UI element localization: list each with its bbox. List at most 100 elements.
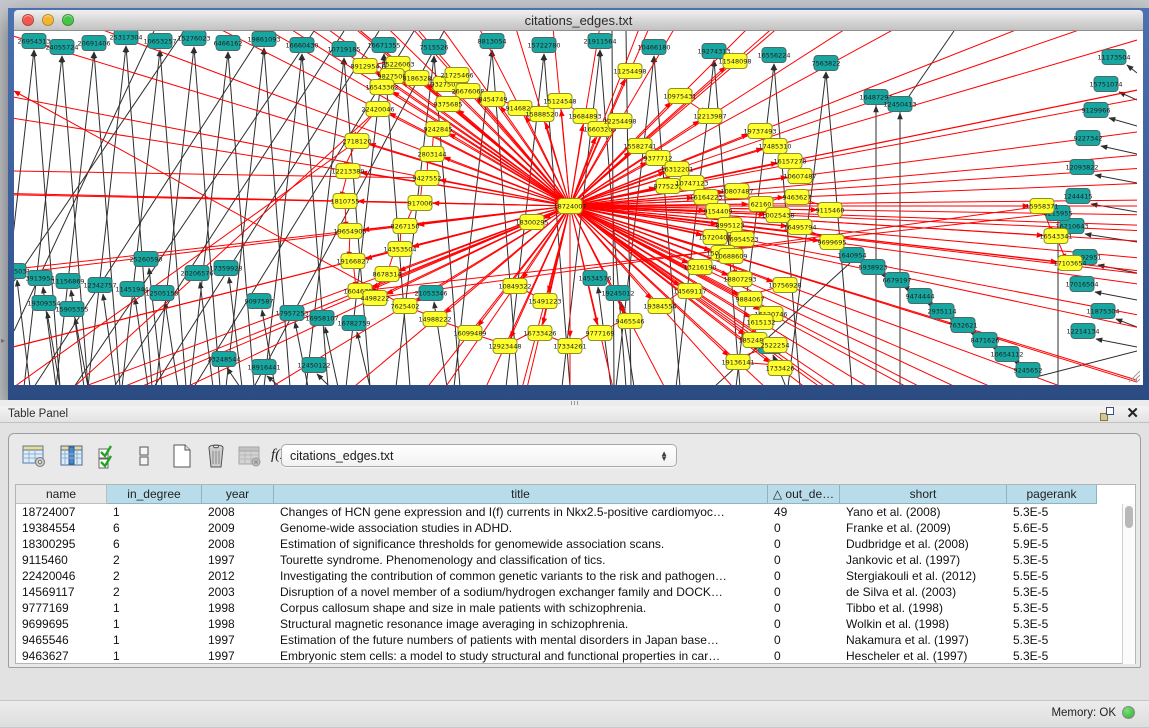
column-header-in_degree[interactable]: in_degree bbox=[107, 485, 202, 504]
network-canvas[interactable]: 2695431324055724206914062531730410653257… bbox=[14, 31, 1143, 385]
network-node[interactable]: 19166827 bbox=[336, 254, 369, 269]
table-cell[interactable]: 1 bbox=[107, 616, 202, 632]
network-node[interactable]: 4498222 bbox=[361, 291, 390, 306]
network-node[interactable]: 11875304 bbox=[1086, 304, 1119, 319]
table-cell[interactable]: 5.9E-5 bbox=[1007, 536, 1097, 552]
network-node[interactable]: 9129966 bbox=[1082, 103, 1111, 118]
table-cell[interactable]: 22420046 bbox=[16, 568, 107, 584]
network-node[interactable]: 25317304 bbox=[109, 31, 142, 45]
table-cell[interactable]: Yano et al. (2008) bbox=[840, 504, 1007, 520]
network-node[interactable]: 1733426 bbox=[766, 361, 795, 376]
column-header-name[interactable]: name bbox=[16, 485, 107, 504]
table-cell[interactable]: 9463627 bbox=[16, 648, 107, 664]
table-cell[interactable]: 5.3E-5 bbox=[1007, 584, 1097, 600]
network-node[interactable]: 15958371 bbox=[1025, 199, 1058, 214]
network-node[interactable]: 9375685 bbox=[434, 97, 463, 112]
table-cell[interactable]: Wolkin et al. (1998) bbox=[840, 616, 1007, 632]
table-cell[interactable]: 9115460 bbox=[16, 552, 107, 568]
table-cell[interactable]: 1997 bbox=[202, 648, 274, 664]
network-node[interactable]: 19737493 bbox=[743, 124, 776, 139]
table-cell[interactable]: 5.3E-5 bbox=[1007, 632, 1097, 648]
network-node[interactable]: 10653257 bbox=[143, 34, 176, 49]
network-node[interactable]: 13216190 bbox=[683, 260, 716, 275]
network-node[interactable]: 11173504 bbox=[1097, 50, 1130, 65]
network-node[interactable]: 8454749 bbox=[479, 92, 508, 107]
network-node[interactable]: 3913954 bbox=[26, 271, 55, 286]
network-view-window[interactable]: citations_edges.txt 26954313240557242069… bbox=[8, 8, 1149, 400]
table-cell[interactable]: Hescheler et al. (1997) bbox=[840, 648, 1007, 664]
table-cell[interactable]: 18300295 bbox=[16, 536, 107, 552]
table-cell[interactable]: 2 bbox=[107, 568, 202, 584]
network-node[interactable]: 8678314 bbox=[373, 267, 402, 282]
network-node[interactable]: 12450122 bbox=[297, 358, 330, 373]
network-node[interactable]: 16543362 bbox=[365, 80, 398, 95]
network-node[interactable]: 9777169 bbox=[586, 326, 615, 341]
network-node[interactable]: 17359928 bbox=[209, 261, 242, 276]
table-cell[interactable]: 2008 bbox=[202, 504, 274, 520]
network-node[interactable]: 19245012 bbox=[601, 286, 634, 301]
table-cell[interactable]: Jankovic et al. (1997) bbox=[840, 552, 1007, 568]
table-cell[interactable]: 5.3E-5 bbox=[1007, 552, 1097, 568]
network-node[interactable]: 16733426 bbox=[523, 326, 556, 341]
network-node[interactable]: 24055724 bbox=[45, 40, 78, 55]
column-header-title[interactable]: title bbox=[274, 485, 768, 504]
network-node[interactable]: 10688609 bbox=[714, 249, 747, 264]
table-cell[interactable]: Estimation of the future numbers of pati… bbox=[274, 632, 768, 648]
new-document-icon[interactable] bbox=[169, 443, 195, 469]
table-cell[interactable]: 9465546 bbox=[16, 632, 107, 648]
column-header-year[interactable]: year bbox=[202, 485, 274, 504]
network-node[interactable]: 25260590 bbox=[129, 252, 162, 267]
network-node[interactable]: 10719185 bbox=[327, 42, 360, 57]
table-cell[interactable]: 14569117 bbox=[16, 584, 107, 600]
network-node[interactable]: 10756928 bbox=[768, 278, 801, 293]
network-node[interactable]: 2718120 bbox=[343, 134, 372, 149]
select-all-checks-icon[interactable] bbox=[95, 443, 121, 469]
table-cell[interactable]: 19384554 bbox=[16, 520, 107, 536]
network-node[interactable]: 10807487 bbox=[720, 184, 753, 199]
network-node[interactable]: 9227342 bbox=[1074, 131, 1103, 146]
table-cell[interactable]: 49 bbox=[768, 504, 840, 520]
table-cell[interactable]: 1 bbox=[107, 648, 202, 664]
network-node[interactable]: 17103654 bbox=[1053, 256, 1086, 271]
column-header-pagerank[interactable]: pagerank bbox=[1007, 485, 1097, 504]
select-column-icon[interactable] bbox=[59, 443, 85, 469]
table-row[interactable]: 1830029562008Estimation of significance … bbox=[16, 536, 1135, 552]
network-node[interactable]: 15276023 bbox=[177, 31, 210, 46]
network-node[interactable]: 9465546 bbox=[616, 314, 645, 329]
table-cell[interactable]: 5.3E-5 bbox=[1007, 600, 1097, 616]
network-node[interactable]: 7632621 bbox=[949, 318, 978, 333]
table-cell[interactable]: 5.6E-5 bbox=[1007, 520, 1097, 536]
network-node[interactable]: 18807293 bbox=[723, 272, 756, 287]
table-row[interactable]: 1938455462009Genome-wide association stu… bbox=[16, 520, 1135, 536]
panel-collapse-arrow-icon[interactable]: ▸ bbox=[1, 336, 5, 345]
network-node[interactable]: 9884067 bbox=[736, 292, 765, 307]
table-cell[interactable]: 2012 bbox=[202, 568, 274, 584]
network-node[interactable]: 18300295 bbox=[515, 215, 548, 230]
network-node[interactable]: 10466180 bbox=[637, 40, 670, 55]
table-cell[interactable]: 1 bbox=[107, 600, 202, 616]
network-node[interactable]: 8813054 bbox=[478, 34, 507, 49]
network-node[interactable]: 15905355 bbox=[55, 302, 88, 317]
network-node[interactable]: 12342757 bbox=[83, 278, 116, 293]
table-cell[interactable]: 1998 bbox=[202, 616, 274, 632]
network-node[interactable]: 8912954 bbox=[351, 59, 380, 74]
column-header-out_de[interactable]: △ out_de… bbox=[768, 485, 840, 504]
network-node[interactable]: 12213987 bbox=[693, 109, 726, 124]
network-node[interactable]: 1810755 bbox=[331, 194, 360, 209]
scrollbar-thumb[interactable] bbox=[1125, 506, 1133, 528]
network-node[interactable]: 9245652 bbox=[1014, 363, 1043, 378]
table-cell[interactable]: 0 bbox=[768, 568, 840, 584]
network-node[interactable]: 22420046 bbox=[361, 102, 394, 117]
table-source-select[interactable]: citations_edges.txt ▲▼ bbox=[281, 444, 677, 467]
table-vertical-scrollbar[interactable] bbox=[1122, 504, 1135, 664]
network-node[interactable]: 6466162 bbox=[214, 36, 243, 51]
network-node[interactable]: 17334261 bbox=[553, 339, 586, 354]
network-node[interactable]: 16671355 bbox=[367, 38, 400, 53]
table-cell[interactable]: de Silva et al. (2003) bbox=[840, 584, 1007, 600]
table-cell[interactable]: 2008 bbox=[202, 536, 274, 552]
network-node[interactable]: 1244415 bbox=[1064, 189, 1093, 204]
network-node[interactable]: 9427552 bbox=[413, 171, 442, 186]
network-node[interactable]: 11254498 bbox=[613, 64, 646, 79]
network-node[interactable]: 16556224 bbox=[757, 48, 790, 63]
table-cell[interactable]: 0 bbox=[768, 552, 840, 568]
